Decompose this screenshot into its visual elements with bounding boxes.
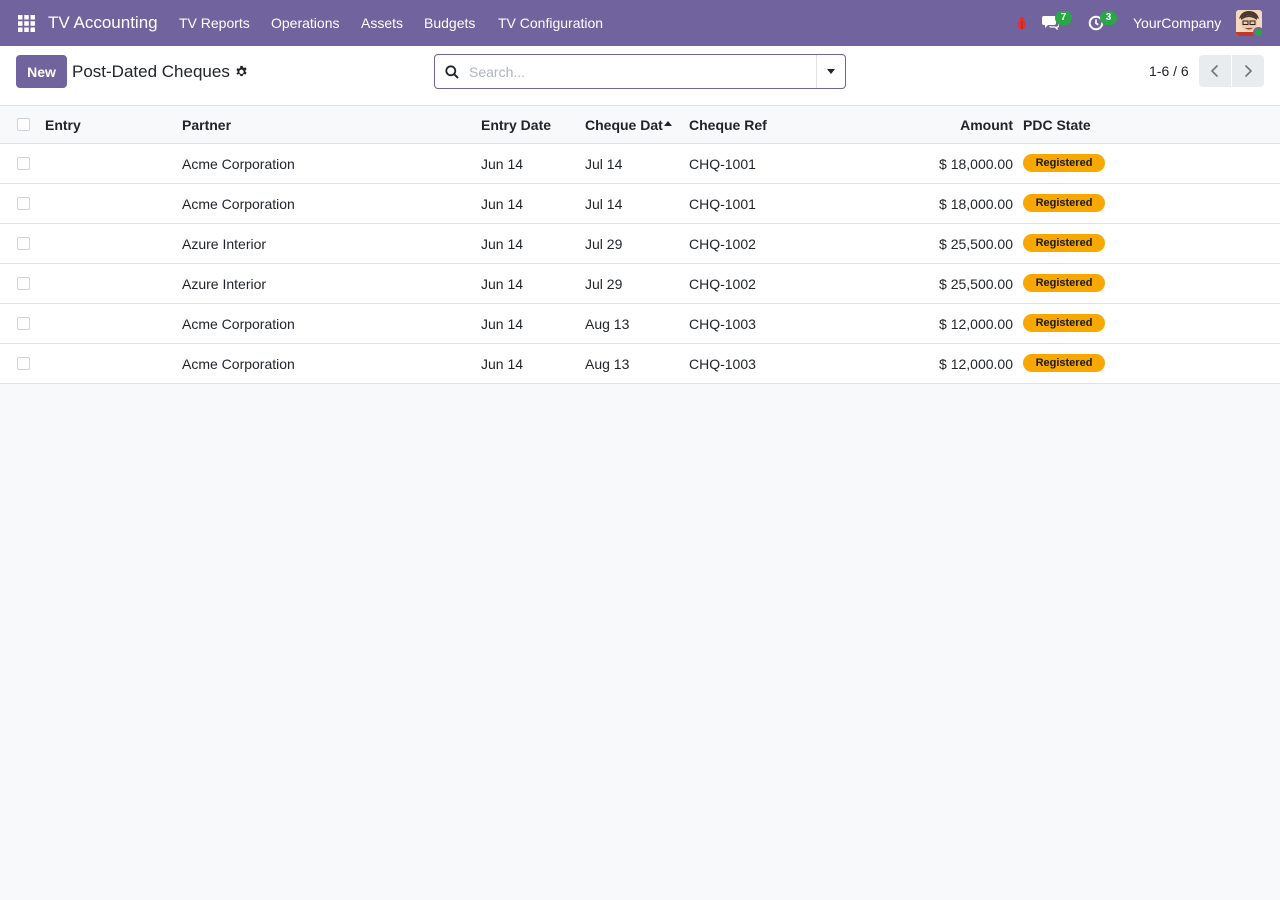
cell-amount: $ 12,000.00 (939, 356, 1013, 372)
pager-value[interactable]: 1-6 / 6 (1149, 63, 1189, 79)
menu-budgets[interactable]: Budgets (424, 15, 475, 31)
gear-icon[interactable] (235, 65, 248, 78)
status-badge: Registered (1023, 194, 1105, 212)
select-all-checkbox[interactable] (17, 118, 30, 131)
menu-assets[interactable]: Assets (361, 15, 403, 31)
status-badge: Registered (1023, 154, 1105, 172)
cell-cheque-date: Jul 14 (585, 156, 623, 172)
status-badge: Registered (1023, 234, 1105, 252)
list-view-table: Entry Partner Entry Date Cheque Dat Cheq… (0, 106, 1280, 384)
cell-amount: $ 12,000.00 (939, 316, 1013, 332)
table-row[interactable]: Acme Corporation Jun 14 Aug 13 CHQ-1003 … (0, 304, 1280, 344)
app-brand[interactable]: TV Accounting (48, 13, 158, 33)
search-icon (445, 65, 459, 79)
cell-cheque-date: Jul 14 (585, 196, 623, 212)
row-checkbox[interactable] (17, 317, 30, 330)
cell-partner: Azure Interior (182, 236, 267, 252)
column-header-pdc-state[interactable]: PDC State (1023, 117, 1091, 133)
column-header-cheque-date[interactable]: Cheque Dat (585, 117, 672, 133)
cell-cheque-date: Jul 29 (585, 276, 623, 292)
column-header-amount[interactable]: Amount (960, 117, 1013, 133)
cell-amount: $ 18,000.00 (939, 156, 1013, 172)
row-checkbox[interactable] (17, 237, 30, 250)
menu-tv-configuration[interactable]: TV Configuration (498, 15, 603, 31)
row-checkbox[interactable] (17, 277, 30, 290)
cell-cheque-ref: CHQ-1003 (689, 356, 756, 372)
cell-cheque-date: Jul 29 (585, 236, 623, 252)
menu-tv-reports[interactable]: TV Reports (179, 15, 250, 31)
online-status-dot (1253, 27, 1264, 38)
new-button[interactable]: New (16, 55, 67, 88)
column-header-partner[interactable]: Partner (182, 117, 231, 133)
pager-previous-button[interactable] (1199, 55, 1231, 87)
status-badge: Registered (1023, 274, 1105, 292)
cell-cheque-ref: CHQ-1002 (689, 276, 756, 292)
cell-cheque-date: Aug 13 (585, 356, 630, 372)
bug-icon[interactable] (1016, 16, 1028, 30)
row-checkbox[interactable] (17, 157, 30, 170)
search-bar (434, 54, 846, 89)
column-header-cheque-date-label: Cheque Dat (585, 117, 663, 133)
cell-cheque-date: Aug 13 (585, 316, 630, 332)
search-input[interactable] (469, 56, 814, 87)
chevron-right-icon (1244, 64, 1253, 78)
cell-partner: Azure Interior (182, 276, 267, 292)
caret-down-icon (827, 69, 835, 74)
table-header: Entry Partner Entry Date Cheque Dat Cheq… (0, 106, 1280, 144)
cell-entry-date: Jun 14 (481, 196, 524, 212)
cell-partner: Acme Corporation (182, 316, 295, 332)
company-switcher[interactable]: YourCompany (1133, 15, 1221, 31)
cell-amount: $ 18,000.00 (939, 196, 1013, 212)
sort-ascending-icon (663, 121, 672, 126)
control-panel: New Post-Dated Cheques 1-6 / 6 (0, 46, 1280, 106)
messages-badge: 7 (1055, 11, 1072, 25)
activities-badge: 3 (1100, 11, 1117, 25)
cell-amount: $ 25,500.00 (939, 236, 1013, 252)
cell-cheque-ref: CHQ-1001 (689, 196, 756, 212)
cell-entry-date: Jun 14 (481, 156, 524, 172)
table-row[interactable]: Acme Corporation Jun 14 Aug 13 CHQ-1003 … (0, 344, 1280, 384)
row-checkbox[interactable] (17, 197, 30, 210)
cell-partner: Acme Corporation (182, 156, 295, 172)
column-header-entry-date[interactable]: Entry Date (481, 117, 551, 133)
menu-operations[interactable]: Operations (271, 15, 339, 31)
cell-amount: $ 25,500.00 (939, 276, 1013, 292)
status-badge: Registered (1023, 354, 1105, 372)
row-checkbox[interactable] (17, 357, 30, 370)
cell-cheque-ref: CHQ-1003 (689, 316, 756, 332)
cell-entry-date: Jun 14 (481, 356, 524, 372)
page-title: Post-Dated Cheques (72, 62, 230, 81)
cell-entry-date: Jun 14 (481, 276, 524, 292)
status-badge: Registered (1023, 314, 1105, 332)
table-row[interactable]: Acme Corporation Jun 14 Jul 14 CHQ-1001 … (0, 144, 1280, 184)
pager-next-button[interactable] (1232, 55, 1264, 87)
table-row[interactable]: Azure Interior Jun 14 Jul 29 CHQ-1002 $ … (0, 224, 1280, 264)
top-navbar: TV Accounting TV Reports Operations Asse… (0, 0, 1280, 46)
app-grid-icon[interactable] (18, 15, 35, 32)
cell-partner: Acme Corporation (182, 356, 295, 372)
cell-cheque-ref: CHQ-1002 (689, 236, 756, 252)
column-header-entry[interactable]: Entry (45, 117, 81, 133)
column-header-cheque-ref[interactable]: Cheque Ref (689, 117, 767, 133)
cell-entry-date: Jun 14 (481, 316, 524, 332)
search-options-toggle[interactable] (816, 55, 845, 88)
cell-cheque-ref: CHQ-1001 (689, 156, 756, 172)
chevron-left-icon (1210, 64, 1219, 78)
cell-entry-date: Jun 14 (481, 236, 524, 252)
table-row[interactable]: Azure Interior Jun 14 Jul 29 CHQ-1002 $ … (0, 264, 1280, 304)
cell-partner: Acme Corporation (182, 196, 295, 212)
table-row[interactable]: Acme Corporation Jun 14 Jul 14 CHQ-1001 … (0, 184, 1280, 224)
